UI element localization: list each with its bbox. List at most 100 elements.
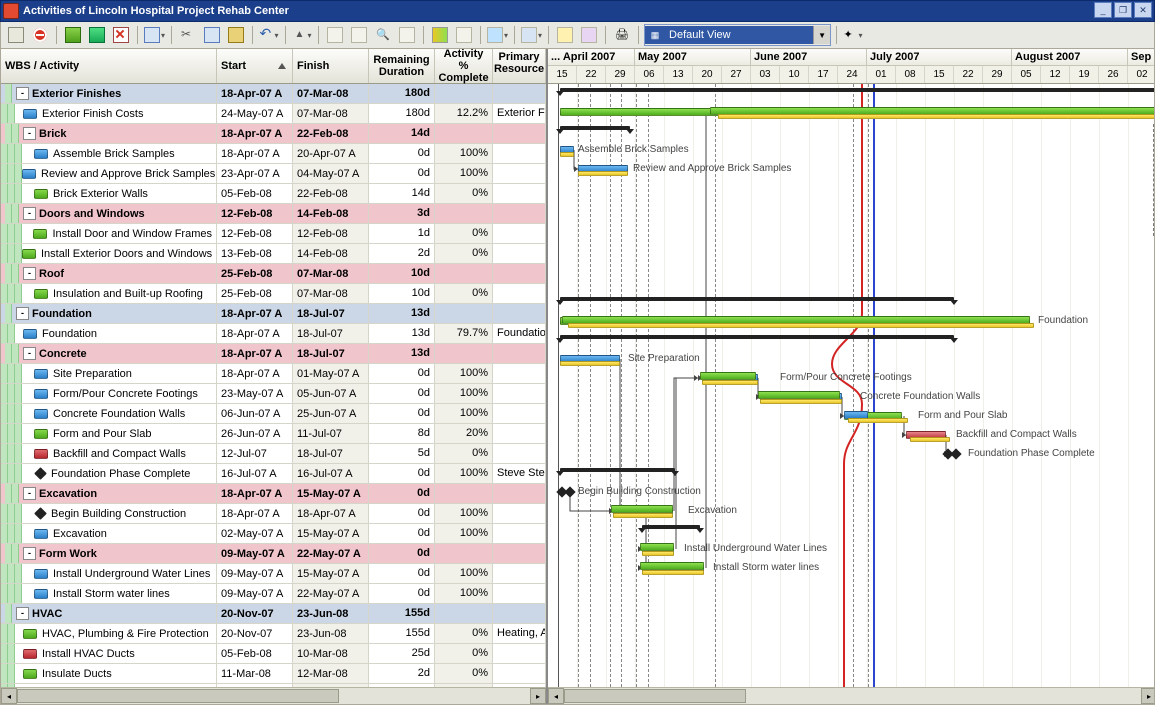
gantt-bar[interactable] — [642, 525, 700, 529]
gantt-bar[interactable] — [560, 297, 954, 301]
restore-button[interactable]: ❐ — [1114, 2, 1132, 18]
week-header[interactable]: 15 — [548, 66, 577, 83]
add-child-button[interactable] — [86, 24, 108, 46]
gantt-bar[interactable] — [613, 513, 673, 518]
activity-row[interactable]: Insulate Ducts11-Mar-0812-Mar-082d0% — [1, 664, 546, 684]
week-header[interactable]: 22 — [954, 66, 983, 83]
expand-toggle[interactable]: - — [16, 607, 29, 620]
month-header[interactable]: ... April 2007 — [548, 49, 635, 66]
month-header[interactable]: July 2007 — [867, 49, 1012, 66]
week-header[interactable]: 15 — [925, 66, 954, 83]
view-combo[interactable]: ▦ Default View ▼ — [644, 24, 831, 46]
collapse-button[interactable] — [348, 24, 370, 46]
wbs-row[interactable]: -Roof25-Feb-0807-Mar-0810d — [1, 264, 546, 284]
delete-button[interactable] — [110, 24, 132, 46]
week-header[interactable]: 24 — [838, 66, 867, 83]
activity-row[interactable]: Site Preparation18-Apr-07 A01-May-07 A0d… — [1, 364, 546, 384]
progress-spotlight-button[interactable] — [429, 24, 451, 46]
expand-toggle[interactable]: - — [23, 547, 36, 560]
gantt-bar[interactable] — [560, 335, 954, 339]
col-pct-complete[interactable]: Activity %Complete — [435, 49, 493, 83]
filter-button[interactable] — [554, 24, 576, 46]
copy-button[interactable]: ▾ — [143, 24, 166, 46]
week-header[interactable]: 26 — [1099, 66, 1128, 83]
month-header[interactable]: June 2007 — [751, 49, 867, 66]
wbs-row[interactable]: -HVAC20-Nov-0723-Jun-08155d — [1, 604, 546, 624]
right-h-scrollbar[interactable]: ◂ ▸ — [548, 687, 1154, 704]
gantt-bar[interactable] — [758, 391, 840, 399]
expand-toggle[interactable]: - — [16, 87, 29, 100]
scroll-right-icon[interactable]: ▸ — [1141, 688, 1154, 704]
activity-row[interactable]: Exterior Finish Costs24-May-07 A07-Mar-0… — [1, 104, 546, 124]
wbs-row[interactable]: -Foundation18-Apr-07 A18-Jul-0713d — [1, 304, 546, 324]
activity-row[interactable]: Form/Pour Concrete Footings23-May-07 A05… — [1, 384, 546, 404]
expand-toggle[interactable]: - — [23, 267, 36, 280]
title-bar[interactable]: Activities of Lincoln Hospital Project R… — [0, 0, 1155, 22]
activity-row[interactable]: Insulation and Built-up Roofing25-Feb-08… — [1, 284, 546, 304]
gantt-bar[interactable] — [578, 171, 628, 176]
gantt-bar[interactable] — [611, 505, 673, 513]
activity-row[interactable]: HVAC, Plumbing & Fire Protection20-Nov-0… — [1, 624, 546, 644]
zoom-in-button[interactable] — [372, 24, 394, 46]
activity-row[interactable]: Assemble Brick Samples18-Apr-07 A20-Apr-… — [1, 144, 546, 164]
gantt-bar[interactable] — [642, 570, 704, 575]
activity-row[interactable]: Install Underground Water Lines09-May-07… — [1, 564, 546, 584]
gantt-bar[interactable] — [560, 152, 574, 157]
schedule-button[interactable]: ▾ — [486, 24, 509, 46]
relationships-button[interactable] — [453, 24, 475, 46]
activity-row[interactable]: Review and Approve Brick Samples23-Apr-0… — [1, 164, 546, 184]
month-header[interactable]: May 2007 — [635, 49, 751, 66]
week-header[interactable]: 02 — [1128, 66, 1154, 83]
activity-row[interactable]: Concrete Foundation Walls06-Jun-07 A25-J… — [1, 404, 546, 424]
wbs-row[interactable]: -Concrete18-Apr-07 A18-Jul-0713d — [1, 344, 546, 364]
expand-toggle[interactable]: - — [23, 207, 36, 220]
week-header[interactable]: 12 — [1041, 66, 1070, 83]
week-header[interactable]: 10 — [780, 66, 809, 83]
week-header[interactable]: 27 — [722, 66, 751, 83]
expand-toggle[interactable]: - — [23, 127, 36, 140]
week-header[interactable]: 29 — [983, 66, 1012, 83]
week-header[interactable]: 22 — [577, 66, 606, 83]
week-header[interactable]: 13 — [664, 66, 693, 83]
activity-row[interactable]: Begin Building Construction18-Apr-07 A18… — [1, 504, 546, 524]
gantt-bar[interactable] — [760, 399, 842, 404]
scroll-thumb[interactable] — [17, 689, 339, 703]
month-header[interactable]: August 2007 — [1012, 49, 1128, 66]
col-finish[interactable]: Finish — [293, 49, 369, 83]
gantt-bar[interactable] — [848, 418, 908, 423]
scroll-left-icon[interactable]: ◂ — [1, 688, 17, 704]
week-header[interactable]: 03 — [751, 66, 780, 83]
paste-button[interactable] — [225, 24, 247, 46]
week-header[interactable]: 20 — [693, 66, 722, 83]
gantt-bar[interactable] — [560, 88, 1154, 92]
copy2-button[interactable] — [201, 24, 223, 46]
close-button[interactable]: ✕ — [1134, 2, 1152, 18]
activity-row[interactable]: Brick Exterior Walls05-Feb-0822-Feb-0814… — [1, 184, 546, 204]
week-header[interactable]: 29 — [606, 66, 635, 83]
gantt-bar[interactable] — [560, 468, 675, 472]
col-start[interactable]: Start — [217, 49, 293, 83]
scroll-right-icon[interactable]: ▸ — [530, 688, 546, 704]
undo-button[interactable]: ▾ — [258, 24, 280, 46]
gantt-bar[interactable] — [700, 372, 756, 380]
gantt-bar[interactable] — [702, 380, 758, 385]
week-header[interactable]: 01 — [867, 66, 896, 83]
expand-button[interactable] — [324, 24, 346, 46]
gantt-bar[interactable] — [910, 437, 950, 442]
print-button[interactable] — [611, 24, 633, 46]
wbs-row[interactable]: -Doors and Windows12-Feb-0814-Feb-083d — [1, 204, 546, 224]
scroll-left-icon[interactable]: ◂ — [548, 688, 564, 704]
new-record-button[interactable] — [5, 24, 27, 46]
wbs-row[interactable]: -Brick18-Apr-07 A22-Feb-0814d — [1, 124, 546, 144]
expand-toggle[interactable]: - — [23, 487, 36, 500]
week-header[interactable]: 05 — [1012, 66, 1041, 83]
activity-row[interactable]: Foundation Phase Complete16-Jul-07 A16-J… — [1, 464, 546, 484]
activity-row[interactable]: Install Exterior Doors and Windows13-Feb… — [1, 244, 546, 264]
activity-row[interactable]: Foundation18-Apr-07 A18-Jul-0713d79.7%Fo… — [1, 324, 546, 344]
cut-button[interactable] — [177, 24, 199, 46]
gantt-bar[interactable] — [642, 551, 674, 556]
scroll-thumb[interactable] — [564, 689, 746, 703]
gantt-bar[interactable] — [640, 543, 674, 551]
cancel-button[interactable] — [29, 24, 51, 46]
activity-row[interactable]: Form and Pour Slab26-Jun-07 A11-Jul-078d… — [1, 424, 546, 444]
